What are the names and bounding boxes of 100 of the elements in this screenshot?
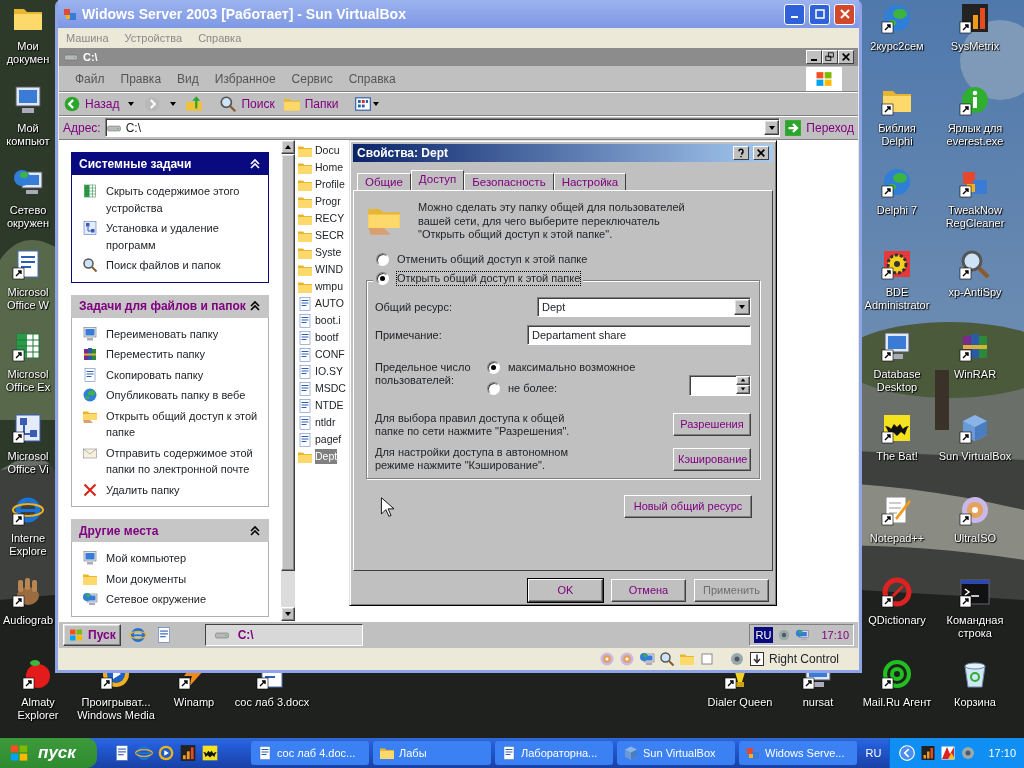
- file-name[interactable]: AUTO: [315, 295, 344, 312]
- window-minimize-button[interactable]: [806, 50, 822, 64]
- info-icon[interactable]: [959, 84, 991, 116]
- spin-up-button[interactable]: [736, 375, 750, 385]
- icon-label[interactable]: Проигрыват... Windows Media: [74, 696, 158, 722]
- file-name[interactable]: WIND: [315, 261, 343, 278]
- icon-label[interactable]: Microsol Office Ex: [0, 368, 56, 394]
- disc-icon[interactable]: [959, 494, 991, 526]
- bar-meter-icon[interactable]: [179, 744, 197, 762]
- menu-item[interactable]: Вид: [177, 69, 199, 88]
- new-share-button[interactable]: Новый общий ресурс: [624, 495, 752, 519]
- dialog-button[interactable]: Отмена: [611, 578, 686, 602]
- taskbar-button[interactable]: C:\: [204, 624, 363, 646]
- icon-label[interactable]: Almaty Explorer: [0, 696, 76, 722]
- icon-label[interactable]: WinRAR: [953, 368, 997, 381]
- document-icon[interactable]: [113, 744, 131, 762]
- computer-icon[interactable]: [881, 330, 913, 362]
- radio-button[interactable]: [376, 253, 389, 267]
- icon-label[interactable]: nursat: [802, 696, 834, 709]
- help-button[interactable]: [733, 145, 749, 160]
- bar-meter-icon[interactable]: [959, 2, 991, 34]
- menu-item[interactable]: Справка: [348, 69, 396, 88]
- share-name-field[interactable]: Dept: [537, 297, 751, 318]
- play-icon[interactable]: [157, 744, 175, 762]
- file-name[interactable]: MSDC: [315, 380, 346, 397]
- file-name[interactable]: ntldr: [315, 414, 336, 431]
- icon-label[interactable]: Мои докумен: [0, 40, 56, 66]
- globe-icon[interactable]: [881, 2, 913, 34]
- notepad-icon[interactable]: [881, 494, 913, 526]
- file-name[interactable]: Home: [315, 159, 343, 176]
- radio-button[interactable]: [487, 361, 500, 375]
- file-name[interactable]: Profile: [315, 176, 345, 193]
- gear-icon[interactable]: [881, 248, 913, 280]
- panel-header[interactable]: Задачи для файлов и папок: [71, 294, 269, 318]
- icon-label[interactable]: Delphi 7: [876, 204, 918, 217]
- taskbar-button[interactable]: сос лаб 4.doc...: [251, 741, 369, 765]
- dropdown-button[interactable]: [764, 120, 780, 135]
- panel-header[interactable]: Системные задачи: [71, 152, 269, 175]
- bat-icon[interactable]: [881, 412, 913, 444]
- spin-down-button[interactable]: [736, 384, 750, 394]
- icon-label[interactable]: BDE Administrator: [862, 286, 932, 312]
- file-name[interactable]: NTDE: [315, 397, 344, 414]
- warning-icon[interactable]: [940, 745, 957, 761]
- window-maximize-button[interactable]: [809, 3, 830, 25]
- scroll-up-button[interactable]: [281, 140, 295, 154]
- caching-button[interactable]: Кэширование: [673, 447, 751, 471]
- number-field[interactable]: [689, 374, 751, 396]
- ring-icon[interactable]: [881, 576, 913, 608]
- task-link[interactable]: Установка и удаление программ: [106, 220, 258, 253]
- task-link[interactable]: Мой компьютер: [106, 550, 187, 567]
- close-button[interactable]: [753, 145, 769, 160]
- speaker-icon[interactable]: [777, 628, 792, 642]
- folders-button[interactable]: Папки: [282, 94, 339, 113]
- taskbar-button[interactable]: Лабораторна...: [495, 741, 613, 765]
- icon-label[interactable]: Audiograb: [2, 614, 54, 627]
- icon-label[interactable]: Microsol Office Vi: [0, 450, 56, 476]
- scroll-down-button[interactable]: [281, 607, 295, 621]
- task-link[interactable]: Открыть общий доступ к этой папке: [106, 407, 258, 441]
- task-link[interactable]: Скопировать папку: [106, 366, 204, 383]
- collapse-icon[interactable]: [249, 300, 261, 312]
- start-button[interactable]: пуск: [0, 738, 97, 768]
- taskbar-button[interactable]: Widows Serve...: [739, 741, 857, 765]
- task-link[interactable]: Удалить папку: [106, 481, 180, 498]
- start-button[interactable]: Пуск: [63, 624, 121, 646]
- at-sign-icon[interactable]: [881, 658, 913, 690]
- menu-item[interactable]: Сервис: [291, 69, 333, 88]
- task-link[interactable]: Отправить содержимое этой папки по электронной почте: [106, 444, 258, 478]
- radio-button[interactable]: [487, 382, 500, 396]
- task-link[interactable]: Опубликовать папку в вебе: [106, 387, 246, 404]
- file-name[interactable]: boot.i: [315, 312, 341, 329]
- search-icon[interactable]: [959, 248, 991, 280]
- menu-item[interactable]: Избранное: [214, 69, 276, 88]
- icon-label[interactable]: Sun VirtualBox: [938, 450, 1012, 463]
- icon-label[interactable]: Winamp: [173, 696, 215, 709]
- window-restore-button[interactable]: [822, 50, 838, 64]
- back-button[interactable]: Назад: [63, 94, 120, 113]
- icon-label[interactable]: Мой компьют: [0, 122, 56, 148]
- taskbar-button[interactable]: Лабы: [373, 741, 491, 765]
- radio-label[interactable]: максимально возможное: [508, 361, 636, 375]
- file-name[interactable]: Docu: [315, 142, 340, 159]
- file-name[interactable]: Dept: [315, 448, 338, 465]
- icon-label[interactable]: 2курс2сем: [870, 40, 924, 53]
- bat-icon[interactable]: [201, 744, 219, 762]
- bar-meter-icon[interactable]: [920, 745, 937, 761]
- file-name[interactable]: IO.SY: [315, 363, 343, 380]
- file-name[interactable]: bootf: [315, 329, 339, 346]
- radio-label[interactable]: не более:: [508, 382, 558, 396]
- icon-label[interactable]: xp-AntiSpy: [948, 286, 1002, 299]
- icon-label[interactable]: Корзина: [954, 696, 996, 709]
- computer-icon[interactable]: [12, 84, 44, 116]
- task-link[interactable]: Переименовать папку: [106, 325, 219, 342]
- icon-label[interactable]: Microsol Office W: [0, 286, 56, 312]
- taskbar-button[interactable]: Sun VirtualBox: [617, 741, 735, 765]
- window-close-button[interactable]: [838, 50, 854, 64]
- dialog-button[interactable]: OK: [528, 578, 603, 602]
- menu-item[interactable]: Правка: [120, 69, 162, 88]
- icon-label[interactable]: Сетево окружен: [0, 204, 56, 230]
- icon-label[interactable]: Dialer Queen: [707, 696, 773, 709]
- menu-item[interactable]: Файл: [75, 69, 105, 88]
- icon-label[interactable]: TweakNow RegCleaner: [930, 204, 1020, 230]
